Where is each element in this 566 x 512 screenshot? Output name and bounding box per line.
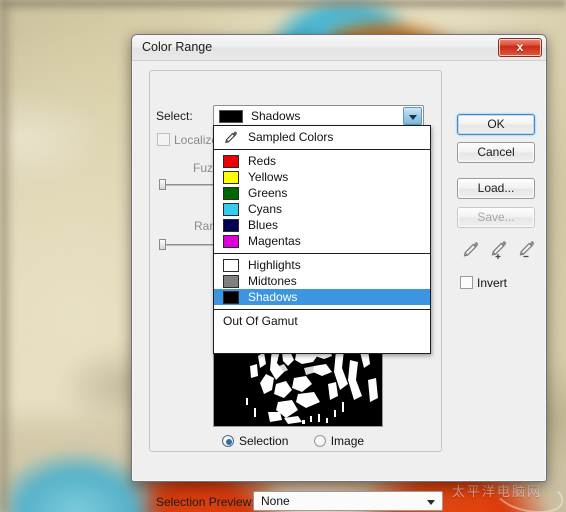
color-swatch-shadows xyxy=(223,291,239,304)
select-swatch xyxy=(219,110,243,123)
fuzziness-slider-thumb[interactable] xyxy=(159,179,166,190)
eyedropper-minus-icon[interactable] xyxy=(515,239,537,261)
background-left-vignette xyxy=(0,0,14,512)
color-swatch-midtones xyxy=(223,275,239,288)
dropdown-item-label: Out Of Gamut xyxy=(223,314,298,328)
eyedropper-plus-icon[interactable] xyxy=(487,239,509,261)
dropdown-item-greens[interactable]: Greens xyxy=(214,185,430,201)
chevron-down-icon[interactable] xyxy=(427,500,435,505)
invert-label: Invert xyxy=(477,276,508,290)
selection-preview-combobox[interactable]: None xyxy=(253,491,443,511)
dropdown-item-label: Sampled Colors xyxy=(248,130,334,144)
eyedropper-icon[interactable] xyxy=(459,239,481,261)
dropdown-item-label: Highlights xyxy=(248,258,301,272)
close-icon[interactable]: x xyxy=(498,38,542,57)
dialog-titlebar[interactable]: Color Range x xyxy=(132,35,546,61)
color-swatch-cyans xyxy=(223,203,239,216)
dropdown-separator xyxy=(214,253,430,254)
select-label: Select: xyxy=(156,109,193,123)
load-button[interactable]: Load... xyxy=(457,178,535,199)
color-swatch-greens xyxy=(223,187,239,200)
dropdown-item-label: Greens xyxy=(248,186,288,200)
radio-icon[interactable] xyxy=(313,435,326,447)
chevron-down-icon[interactable] xyxy=(403,107,422,125)
invert-checkbox[interactable]: Invert xyxy=(460,276,507,290)
dialog-title: Color Range xyxy=(142,40,213,54)
selection-preview-value: None xyxy=(261,494,290,508)
radio-icon-selected[interactable] xyxy=(222,435,234,447)
range-slider-thumb[interactable] xyxy=(159,239,166,250)
dropdown-item-midtones[interactable]: Midtones xyxy=(214,273,430,289)
cancel-button[interactable]: Cancel xyxy=(457,142,535,163)
dropdown-item-label: Reds xyxy=(248,154,277,168)
select-combobox[interactable]: Shadows xyxy=(213,105,424,127)
dropdown-item-reds[interactable]: Reds xyxy=(214,153,430,169)
preview-mode-radio-group: Selection Image xyxy=(222,434,386,448)
select-value: Shadows xyxy=(251,109,301,123)
radio-selection-label: Selection xyxy=(239,434,289,448)
dropdown-separator xyxy=(214,149,430,150)
background-top-vignette xyxy=(0,0,566,12)
dropdown-item-highlights[interactable]: Highlights xyxy=(214,257,430,273)
checkbox-icon[interactable] xyxy=(157,133,170,146)
color-swatch-reds xyxy=(223,155,239,168)
dropdown-item-label: Shadows xyxy=(248,290,298,304)
dropdown-item-label: Yellows xyxy=(248,170,289,184)
localized-color-clusters-label: Localize xyxy=(174,133,219,147)
dropdown-item-label: Magentas xyxy=(248,234,301,248)
selection-preview-thumbnail[interactable] xyxy=(213,349,383,427)
dropdown-item-shadows[interactable]: Shadows xyxy=(214,289,430,305)
ok-button[interactable]: OK xyxy=(457,114,535,135)
color-range-dialog: Color Range x Select: Shadows Localize F… xyxy=(131,34,547,511)
dropdown-item-label: Blues xyxy=(248,218,279,232)
select-dropdown-list[interactable]: Sampled Colors Reds Yellows Greens Cyans xyxy=(213,125,431,354)
dropdown-item-magentas[interactable]: Magentas xyxy=(214,233,430,249)
color-swatch-highlights xyxy=(223,259,239,272)
save-button[interactable]: Save... xyxy=(457,207,535,228)
eyedropper-icon xyxy=(223,130,238,144)
radio-selection[interactable]: Selection xyxy=(222,434,292,448)
dropdown-item-label: Cyans xyxy=(248,202,283,216)
color-swatch-magentas xyxy=(223,235,239,248)
dropdown-item-yellows[interactable]: Yellows xyxy=(214,169,430,185)
localized-color-clusters-checkbox[interactable]: Localize xyxy=(157,133,218,147)
radio-image[interactable]: Image xyxy=(313,434,365,448)
dropdown-item-out-of-gamut[interactable]: Out Of Gamut xyxy=(214,313,430,329)
dropdown-separator xyxy=(214,309,430,310)
preview-mask-image xyxy=(214,350,382,426)
selection-preview-label: Selection Preview: xyxy=(156,495,255,509)
dropdown-item-sampled-colors[interactable]: Sampled Colors xyxy=(214,129,430,145)
radio-image-label: Image xyxy=(330,434,365,448)
eyedropper-tool-group xyxy=(459,239,539,263)
dropdown-item-blues[interactable]: Blues xyxy=(214,217,430,233)
dropdown-item-cyans[interactable]: Cyans xyxy=(214,201,430,217)
dropdown-item-label: Midtones xyxy=(248,274,297,288)
color-swatch-yellows xyxy=(223,171,239,184)
checkbox-icon[interactable] xyxy=(460,276,473,289)
dialog-body: Select: Shadows Localize Fuzz Rang Sampl… xyxy=(132,61,546,511)
color-swatch-blues xyxy=(223,219,239,232)
